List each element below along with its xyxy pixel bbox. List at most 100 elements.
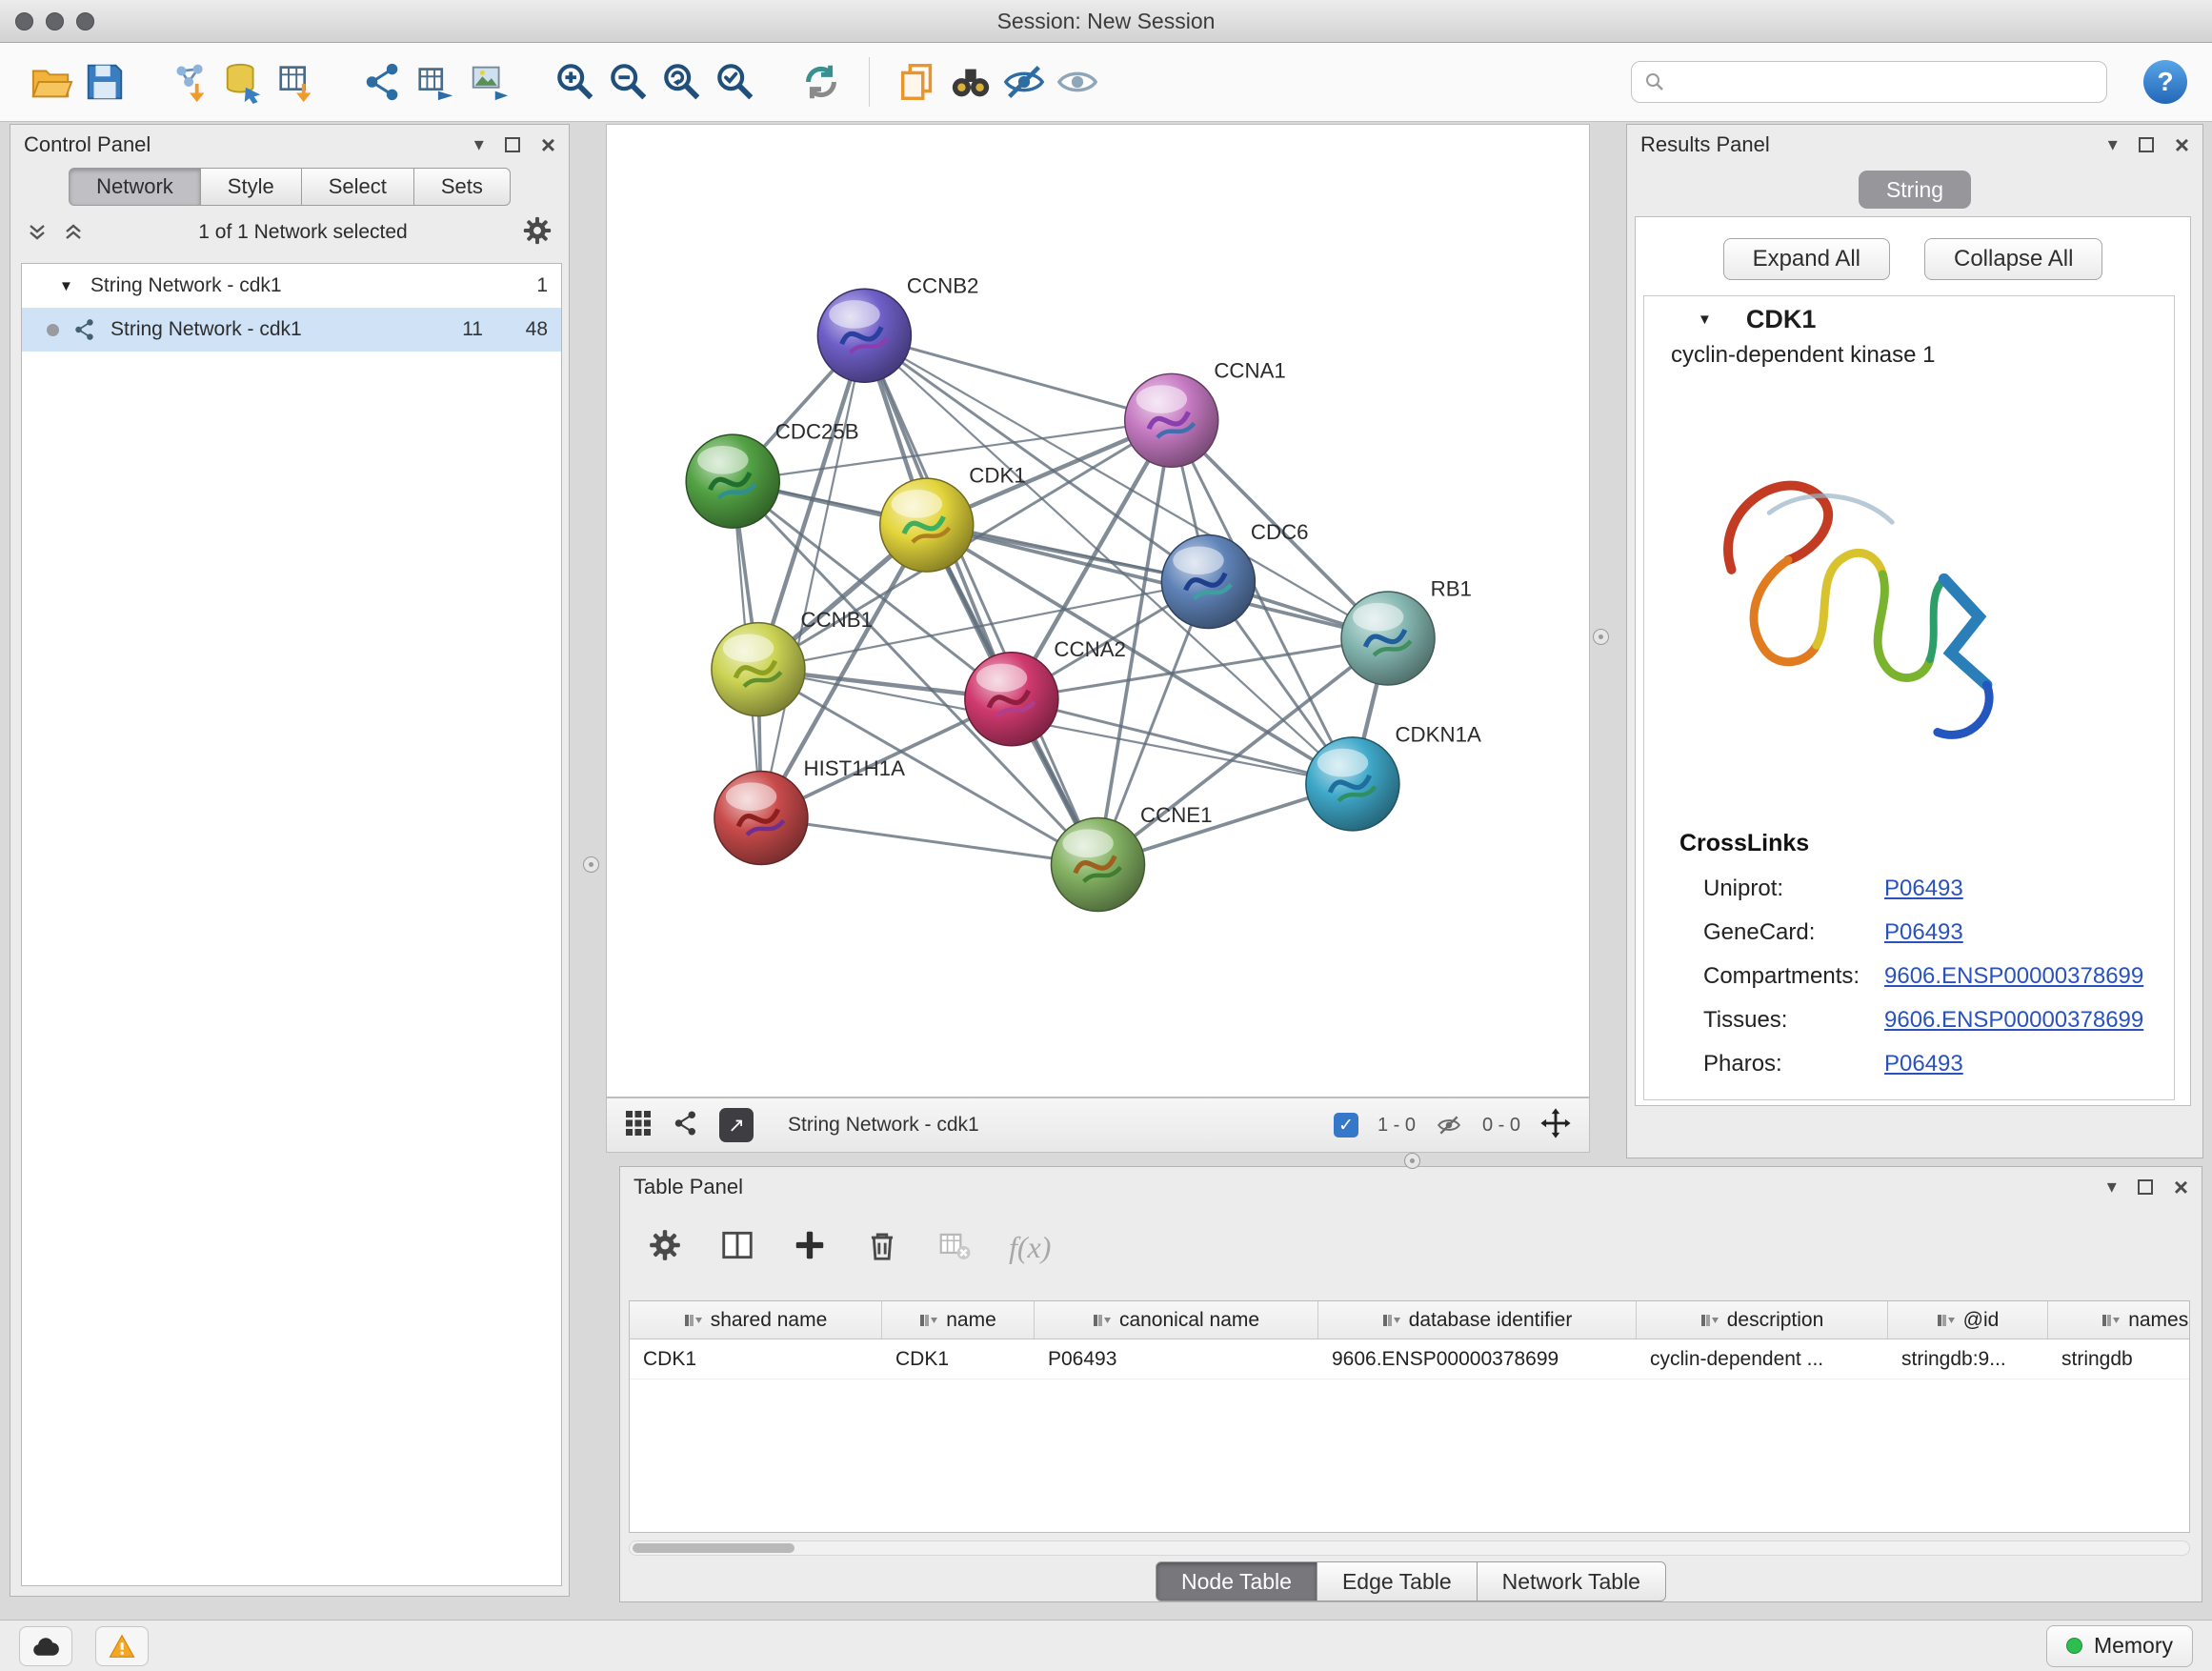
- warning-button[interactable]: [95, 1626, 149, 1666]
- network-node-cdkn1a[interactable]: CDKN1A: [1306, 722, 1481, 831]
- delete-column-icon[interactable]: [864, 1227, 900, 1268]
- show-all-icon[interactable]: [1051, 53, 1104, 111]
- collapse-all-networks-icon[interactable]: [62, 222, 85, 243]
- vertical-splitter-handle[interactable]: [583, 856, 599, 873]
- column-header[interactable]: namespace: [2048, 1301, 2190, 1339]
- table-row[interactable]: CDK1 CDK1 P06493 9606.ENSP00000378699 cy…: [630, 1339, 2189, 1379]
- panel-close-icon[interactable]: ×: [2175, 132, 2189, 157]
- memory-button[interactable]: Memory: [2046, 1625, 2193, 1667]
- network-node-rb1[interactable]: RB1: [1341, 576, 1472, 685]
- hide-selected-icon[interactable]: [997, 53, 1051, 111]
- help-button[interactable]: ?: [2143, 60, 2187, 104]
- tab-sets[interactable]: Sets: [413, 168, 511, 206]
- close-window-button[interactable]: [15, 12, 33, 30]
- hidden-items-icon: [1435, 1113, 1463, 1137]
- expand-all-networks-icon[interactable]: [26, 222, 49, 243]
- cloud-button[interactable]: [19, 1626, 72, 1666]
- panel-menu-icon[interactable]: ▾: [2107, 1178, 2117, 1197]
- column-header[interactable]: canonical name: [1035, 1301, 1318, 1339]
- node-label: CCNE1: [1140, 803, 1213, 827]
- save-session-icon[interactable]: [78, 53, 131, 111]
- network-view[interactable]: CCNB2CCNA1CDC25BCDK1CDC6RB1CCNB1CCNA2CDK…: [606, 124, 1590, 1097]
- results-panel: Results Panel ▾ × String Expand All Coll…: [1626, 124, 2203, 1158]
- collection-expand-icon[interactable]: ▼: [59, 278, 73, 294]
- tab-network-table[interactable]: Network Table: [1477, 1561, 1666, 1601]
- node-label: CCNA1: [1214, 359, 1286, 383]
- column-header[interactable]: shared name: [630, 1301, 882, 1339]
- add-column-icon[interactable]: [792, 1227, 828, 1268]
- export-image-icon[interactable]: [463, 53, 516, 111]
- minimize-window-button[interactable]: [46, 12, 64, 30]
- panel-float-icon[interactable]: [2138, 1179, 2153, 1195]
- cell-database-identifier[interactable]: 9606.ENSP00000378699: [1318, 1339, 1637, 1379]
- column-header[interactable]: description: [1637, 1301, 1888, 1339]
- cell-shared-name[interactable]: CDK1: [630, 1339, 882, 1379]
- network-collection-row[interactable]: ▼ String Network - cdk1 1: [22, 264, 561, 308]
- cell-description[interactable]: cyclin-dependent ...: [1637, 1339, 1888, 1379]
- scrollbar-thumb[interactable]: [633, 1543, 794, 1553]
- network-edge[interactable]: [761, 818, 1098, 865]
- vertical-splitter-handle[interactable]: [1593, 629, 1609, 645]
- search-input[interactable]: [1674, 70, 2095, 94]
- tab-network[interactable]: Network: [69, 168, 201, 206]
- cell-id[interactable]: stringdb:9...: [1888, 1339, 2048, 1379]
- tab-style[interactable]: Style: [200, 168, 302, 206]
- expand-all-button[interactable]: Expand All: [1723, 238, 1890, 280]
- birdseye-view-icon[interactable]: [672, 1109, 700, 1142]
- panel-float-icon[interactable]: [2139, 137, 2154, 152]
- grid-view-icon[interactable]: [624, 1109, 653, 1142]
- collapse-all-button[interactable]: Collapse All: [1924, 238, 2102, 280]
- tab-node-table[interactable]: Node Table: [1156, 1561, 1317, 1601]
- pharos-link[interactable]: P06493: [1884, 1051, 1963, 1077]
- tab-edge-table[interactable]: Edge Table: [1317, 1561, 1478, 1601]
- import-network-database-icon[interactable]: [217, 53, 271, 111]
- pan-mode-icon[interactable]: [1539, 1107, 1572, 1144]
- open-session-icon[interactable]: [25, 53, 78, 111]
- cell-namespace[interactable]: stringdb: [2048, 1339, 2190, 1379]
- selected-nodes-checkbox[interactable]: ✓: [1334, 1113, 1358, 1137]
- horizontal-splitter-handle[interactable]: [1404, 1153, 1420, 1169]
- export-network-table-icon[interactable]: [410, 53, 463, 111]
- network-edge[interactable]: [927, 525, 1388, 638]
- column-header[interactable]: database identifier: [1318, 1301, 1637, 1339]
- network-node-ccna1[interactable]: CCNA1: [1125, 359, 1286, 468]
- tissues-link[interactable]: 9606.ENSP00000378699: [1884, 1007, 2143, 1034]
- genecard-link[interactable]: P06493: [1884, 919, 1963, 946]
- zoom-in-icon[interactable]: [549, 53, 602, 111]
- clone-network-icon[interactable]: [356, 53, 410, 111]
- copy-document-icon[interactable]: [891, 53, 944, 111]
- network-options-gear-icon[interactable]: [521, 214, 553, 252]
- tab-select[interactable]: Select: [301, 168, 414, 206]
- gene-expand-icon[interactable]: ▼: [1698, 312, 1712, 328]
- horizontal-scrollbar[interactable]: [629, 1540, 2190, 1556]
- tab-string[interactable]: String: [1859, 171, 1971, 209]
- network-node-ccnb2[interactable]: CCNB2: [817, 274, 978, 383]
- network-row-selected[interactable]: String Network - cdk1 11 48: [22, 308, 561, 352]
- panel-close-icon[interactable]: ×: [541, 132, 555, 157]
- compartments-link[interactable]: 9606.ENSP00000378699: [1884, 963, 2143, 990]
- network-node-cdk1[interactable]: CDK1: [880, 464, 1026, 573]
- network-edge[interactable]: [864, 335, 1097, 864]
- column-header[interactable]: @id: [1888, 1301, 2048, 1339]
- zoom-window-button[interactable]: [76, 12, 94, 30]
- show-columns-icon[interactable]: [719, 1227, 755, 1268]
- panel-menu-icon[interactable]: ▾: [474, 135, 484, 154]
- binoculars-icon[interactable]: [944, 53, 997, 111]
- network-edge[interactable]: [761, 335, 864, 817]
- panel-menu-icon[interactable]: ▾: [2108, 135, 2118, 154]
- column-header[interactable]: name: [882, 1301, 1035, 1339]
- panel-close-icon[interactable]: ×: [2174, 1175, 2188, 1199]
- panel-float-icon[interactable]: [505, 137, 520, 152]
- import-network-file-icon[interactable]: [164, 53, 217, 111]
- cell-name[interactable]: CDK1: [882, 1339, 1035, 1379]
- zoom-fit-icon[interactable]: [655, 53, 709, 111]
- export-view-icon[interactable]: ↗: [719, 1108, 754, 1142]
- uniprot-link[interactable]: P06493: [1884, 876, 1963, 902]
- cell-canonical-name[interactable]: P06493: [1035, 1339, 1318, 1379]
- network-node-hist1h1a[interactable]: HIST1H1A: [714, 756, 905, 865]
- table-options-gear-icon[interactable]: [647, 1227, 683, 1268]
- zoom-out-icon[interactable]: [602, 53, 655, 111]
- refresh-layout-icon[interactable]: [794, 53, 848, 111]
- zoom-selected-icon[interactable]: [709, 53, 762, 111]
- import-table-file-icon[interactable]: [271, 53, 324, 111]
